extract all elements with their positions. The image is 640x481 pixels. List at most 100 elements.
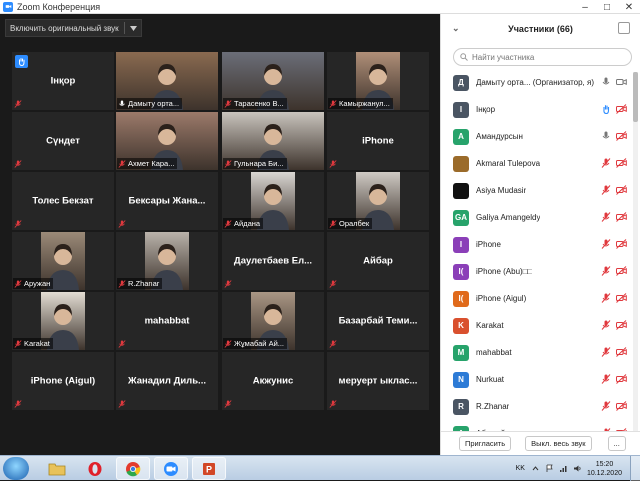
muted-mic-icon[interactable]: [600, 401, 611, 411]
video-off-icon[interactable]: [616, 320, 627, 330]
close-button[interactable]: ✕: [618, 0, 640, 14]
search-box[interactable]: [453, 48, 632, 66]
video-tile[interactable]: Акжунис: [222, 352, 324, 410]
video-off-icon[interactable]: [616, 104, 627, 114]
tile-name: Жанадил Диль...: [128, 375, 206, 387]
video-tile[interactable]: Базарбай Теми...: [327, 292, 429, 350]
tile-name: Karakat: [24, 339, 50, 348]
participant-row[interactable]: I( iPhone (Aigul): [441, 285, 633, 312]
video-tile[interactable]: Камыржанул...: [327, 52, 429, 110]
muted-mic-icon[interactable]: [600, 212, 611, 222]
participant-list: Д Дамыту орта... (Организатор, я) I Інқор А А…: [441, 69, 633, 447]
participant-row[interactable]: I Інқор: [441, 96, 633, 123]
mic-icon[interactable]: [600, 77, 611, 87]
participant-row[interactable]: Akmaral Tulepova: [441, 150, 633, 177]
muted-mic-icon: [13, 219, 27, 229]
participant-row[interactable]: GA Galiya Amangeldy: [441, 204, 633, 231]
popout-icon[interactable]: [618, 22, 630, 34]
more-button[interactable]: ...: [607, 436, 626, 451]
video-off-icon[interactable]: [616, 185, 627, 195]
muted-mic-icon[interactable]: [600, 185, 611, 195]
participant-row[interactable]: Д Дамыту орта... (Организатор, я): [441, 69, 633, 96]
video-tile[interactable]: Karakat: [12, 292, 114, 350]
video-tile[interactable]: Даулетбаев Ел...: [222, 232, 324, 290]
clock[interactable]: 15:20 10.12.2020: [587, 460, 622, 478]
video-off-icon[interactable]: [616, 293, 627, 303]
participant-row[interactable]: IiPhone: [441, 231, 633, 258]
powerpoint-icon[interactable]: P: [192, 457, 226, 480]
muted-mic-icon: [328, 159, 342, 169]
video-off-icon[interactable]: [616, 374, 627, 384]
video-tile[interactable]: Толес Бекзат: [12, 172, 114, 230]
zoom-icon[interactable]: [154, 457, 188, 480]
collapse-chevron-icon[interactable]: ⌄: [452, 23, 460, 34]
video-off-icon[interactable]: [616, 401, 627, 411]
muted-mic-icon[interactable]: [600, 239, 611, 249]
video-tile[interactable]: Аружан: [12, 232, 114, 290]
video-tile[interactable]: iPhone (Aigul): [12, 352, 114, 410]
video-tile[interactable]: Жанадил Диль...: [116, 352, 218, 410]
participant-name: iPhone (Aigul): [476, 294, 527, 303]
tray-arrow-icon[interactable]: [531, 464, 540, 473]
muted-mic-icon[interactable]: [600, 266, 611, 276]
raised-hand-icon[interactable]: [600, 104, 611, 114]
volume-icon[interactable]: [573, 464, 582, 473]
video-icon[interactable]: [616, 77, 627, 87]
muted-mic-icon[interactable]: [600, 158, 611, 168]
invite-button[interactable]: Пригласить: [459, 436, 512, 451]
video-off-icon[interactable]: [616, 239, 627, 249]
window-title: Zoom Конференция: [17, 1, 101, 12]
tile-name: R.Zhanar: [128, 279, 160, 288]
video-tile[interactable]: Оралбек: [327, 172, 429, 230]
participant-row[interactable]: N Nurkuat: [441, 366, 633, 393]
video-off-icon[interactable]: [616, 266, 627, 276]
video-tile[interactable]: меруерт ыклас...: [327, 352, 429, 410]
video-off-icon[interactable]: [616, 347, 627, 357]
flag-icon[interactable]: [545, 464, 554, 473]
muted-mic-icon[interactable]: [600, 347, 611, 357]
muted-mic-icon[interactable]: [600, 293, 611, 303]
avatar: I(: [453, 290, 469, 307]
participant-row[interactable]: А Амандурсын: [441, 123, 633, 150]
muted-mic-icon[interactable]: [600, 320, 611, 330]
video-tile[interactable]: Дамыту орта...: [116, 52, 218, 110]
mic-icon[interactable]: [600, 131, 611, 141]
video-tile[interactable]: Сүндет: [12, 112, 114, 170]
participant-row[interactable]: Asiya Mudasir: [441, 177, 633, 204]
video-off-icon[interactable]: [616, 131, 627, 141]
show-desktop-button[interactable]: [630, 456, 640, 481]
video-tile[interactable]: Ахмет Кара...: [116, 112, 218, 170]
video-tile[interactable]: Бексары Жана...: [116, 172, 218, 230]
opera-icon[interactable]: [78, 457, 112, 480]
original-sound-button[interactable]: Включить оригинальный звук: [5, 19, 142, 37]
video-tile[interactable]: Айдана: [222, 172, 324, 230]
video-off-icon[interactable]: [616, 158, 627, 168]
participant-row[interactable]: R R.Zhanar: [441, 393, 633, 420]
start-button[interactable]: [3, 457, 29, 480]
video-tile[interactable]: Інқор: [12, 52, 114, 110]
network-icon[interactable]: [559, 464, 568, 473]
video-tile[interactable]: Жұмабай Ай...: [222, 292, 324, 350]
video-tile[interactable]: Тарасенко В...: [222, 52, 324, 110]
muted-mic-icon[interactable]: [600, 374, 611, 384]
video-tile[interactable]: iPhone: [327, 112, 429, 170]
minimize-button[interactable]: –: [574, 0, 596, 14]
raised-hand-icon: [15, 55, 28, 68]
language-indicator[interactable]: KK: [516, 465, 525, 472]
maximize-button[interactable]: □: [596, 0, 618, 14]
tile-name: Базарбай Теми...: [338, 315, 418, 327]
search-input[interactable]: [472, 52, 622, 62]
video-tile[interactable]: Айбар: [327, 232, 429, 290]
video-tile[interactable]: mahabbat: [116, 292, 218, 350]
folder-icon[interactable]: [40, 457, 74, 480]
mute-all-button[interactable]: Выкл. весь звук: [525, 436, 592, 451]
chevron-down-icon[interactable]: [129, 25, 137, 31]
participant-row[interactable]: K Karakat: [441, 312, 633, 339]
chrome-icon[interactable]: [116, 457, 150, 480]
participant-row[interactable]: Mmahabbat: [441, 339, 633, 366]
participant-scrollbar[interactable]: [633, 72, 638, 442]
video-off-icon[interactable]: [616, 212, 627, 222]
participant-row[interactable]: I(iPhone (Abu)□□: [441, 258, 633, 285]
video-tile[interactable]: Гульнара Би...: [222, 112, 324, 170]
video-tile[interactable]: R.Zhanar: [116, 232, 218, 290]
